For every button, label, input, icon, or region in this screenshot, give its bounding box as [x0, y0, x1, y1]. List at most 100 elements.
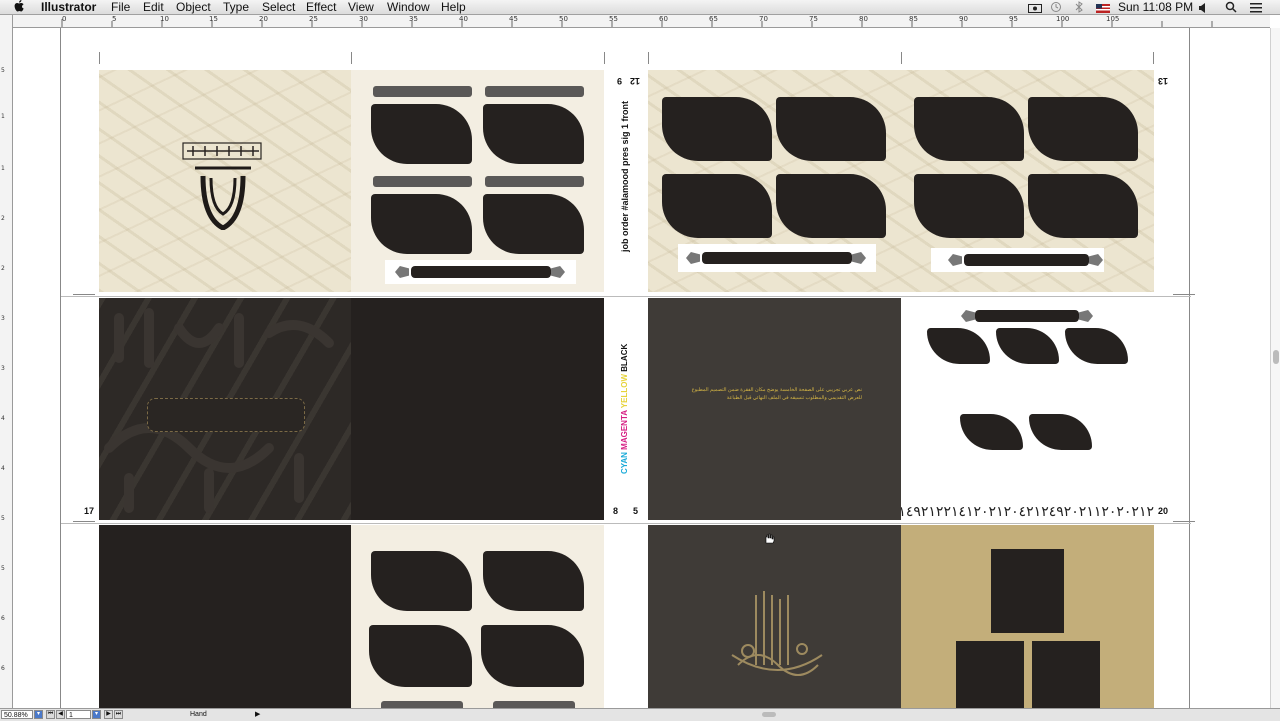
status-menu-arrow[interactable]: ▶	[255, 710, 260, 720]
color-bar-black: BLACK	[620, 343, 629, 372]
list-icon[interactable]	[1028, 2, 1042, 16]
next-artboard-button[interactable]: ▶	[104, 710, 113, 719]
photo-placeholder[interactable]	[369, 625, 472, 687]
ruler-label: 2	[1, 265, 5, 272]
hand-cursor-icon	[765, 533, 775, 544]
scroll-thumb[interactable]	[1273, 350, 1279, 364]
photo-placeholder[interactable]	[371, 551, 472, 611]
photo-placeholder[interactable]	[927, 328, 990, 364]
page-number: 9	[617, 76, 623, 86]
ruler-label: 5	[1, 565, 5, 572]
horizontal-scroll-thumb[interactable]	[762, 712, 776, 717]
photo-placeholder[interactable]	[1028, 174, 1138, 238]
page-12-13-spread[interactable]	[648, 70, 1154, 292]
crop-mark	[604, 52, 605, 64]
app-menu[interactable]: Illustrator	[41, 0, 96, 14]
page-gold[interactable]	[901, 525, 1154, 708]
artboard-canvas[interactable]: 16 9 1	[13, 28, 1270, 708]
last-artboard-button[interactable]: ⏭	[114, 710, 123, 719]
ornament-icon	[948, 254, 962, 266]
title-bar	[964, 254, 1089, 266]
page-8[interactable]	[351, 298, 604, 520]
zoom-field[interactable]: 50.88%	[1, 710, 33, 719]
horizontal-ruler[interactable]: 0 5 10 15 20 25 30 35 40 45 50 55 60 65 …	[12, 15, 1270, 28]
vertical-scrollbar[interactable]	[1270, 28, 1280, 708]
vertical-ruler[interactable]: 5 1 1 2 2 3 3 4 4 5 5 6 6	[0, 15, 13, 708]
ornament-icon	[1079, 310, 1093, 322]
page-bottom-left[interactable]	[99, 525, 351, 708]
page-20[interactable]: ١٤٢١٤٩٢١٢٢١٤١٢٠٢١٢٠٤٢١٢٤٩٢٠٢١١٢٠٢٠٢١٢	[901, 298, 1154, 520]
ruler-label: 70	[759, 15, 768, 23]
artboard-edge	[1189, 28, 1190, 708]
title-bar	[411, 266, 551, 278]
page-bismillah[interactable]	[648, 525, 901, 708]
time-machine-icon[interactable]	[1050, 1, 1062, 16]
current-tool-label: Hand	[190, 711, 207, 718]
photo-placeholder[interactable]	[483, 194, 584, 254]
color-bar-cyan: CYAN	[620, 452, 629, 474]
photo-placeholder[interactable]	[996, 328, 1059, 364]
bluetooth-icon[interactable]	[1075, 1, 1083, 16]
photo-placeholder[interactable]	[1032, 641, 1100, 708]
page-17[interactable]	[99, 298, 351, 520]
photo-placeholder[interactable]	[1028, 97, 1138, 161]
photo-placeholder[interactable]	[914, 97, 1024, 161]
ruler-label: 30	[359, 15, 368, 23]
photo-placeholder[interactable]	[662, 174, 772, 238]
photo-placeholder[interactable]	[776, 174, 886, 238]
page-bottom-center[interactable]	[351, 525, 604, 708]
apple-icon[interactable]	[14, 0, 25, 16]
page-number: 17	[84, 506, 95, 516]
ornament-icon	[395, 266, 409, 278]
flag-icon[interactable]	[1096, 2, 1110, 16]
ruler-label: 40	[459, 15, 468, 23]
photo-placeholder[interactable]	[483, 551, 584, 611]
photo-placeholder[interactable]	[776, 97, 886, 161]
ruler-label: 10	[160, 15, 169, 23]
photo-placeholder[interactable]	[371, 194, 472, 254]
artboard-field[interactable]: 1	[66, 710, 91, 719]
page-5[interactable]: نص عربي تجريبي على الصفحة الخامسة يوضح م…	[648, 298, 901, 520]
menu-window[interactable]: Window	[387, 0, 430, 14]
photo-placeholder[interactable]	[1065, 328, 1128, 364]
title-plate	[385, 260, 576, 284]
menu-edit[interactable]: Edit	[143, 0, 164, 14]
slug-label: job order #alamood pres sig 1 front	[620, 100, 630, 252]
clock[interactable]: Sun 11:08 PM	[1118, 0, 1193, 14]
notification-list-icon[interactable]	[1250, 2, 1262, 16]
photo-placeholder[interactable]	[914, 174, 1024, 238]
page-number: 20	[1158, 506, 1169, 516]
ruler-label: 100	[1056, 15, 1070, 23]
ruler-label: 1	[1, 113, 5, 120]
menu-file[interactable]: File	[111, 0, 130, 14]
spotlight-icon[interactable]	[1225, 1, 1237, 16]
ruler-label: 55	[609, 15, 618, 23]
first-artboard-button[interactable]: ⏮	[46, 710, 55, 719]
zoom-dropdown[interactable]: ▾	[34, 710, 43, 719]
ruler-label: 5	[1, 515, 5, 522]
arabic-number-strip: ١٤٢١٤٩٢١٢٢١٤١٢٠٢١٢٠٤٢١٢٤٩٢٠٢١١٢٠٢٠٢١٢	[901, 503, 1154, 519]
prev-artboard-button[interactable]: ◀	[56, 710, 65, 719]
menu-type[interactable]: Type	[223, 0, 249, 14]
menu-view[interactable]: View	[348, 0, 374, 14]
menu-select[interactable]: Select	[262, 0, 295, 14]
title-box[interactable]	[147, 398, 305, 432]
caption-banner	[381, 701, 463, 708]
menu-object[interactable]: Object	[176, 0, 211, 14]
page-16[interactable]: 16	[99, 70, 351, 292]
photo-placeholder[interactable]	[662, 97, 772, 161]
caption-banner	[485, 176, 584, 187]
menu-effect[interactable]: Effect	[306, 0, 336, 14]
volume-icon[interactable]	[1198, 2, 1208, 16]
photo-placeholder[interactable]	[960, 414, 1023, 450]
photo-placeholder[interactable]	[1029, 414, 1092, 450]
photo-placeholder[interactable]	[991, 549, 1064, 633]
photo-placeholder[interactable]	[371, 104, 472, 164]
artboard-dropdown[interactable]: ▾	[92, 710, 101, 719]
photo-placeholder[interactable]	[483, 104, 584, 164]
title-bar	[702, 252, 852, 264]
photo-placeholder[interactable]	[481, 625, 584, 687]
page-9[interactable]	[351, 70, 604, 292]
menu-help[interactable]: Help	[441, 0, 466, 14]
photo-placeholder[interactable]	[956, 641, 1024, 708]
